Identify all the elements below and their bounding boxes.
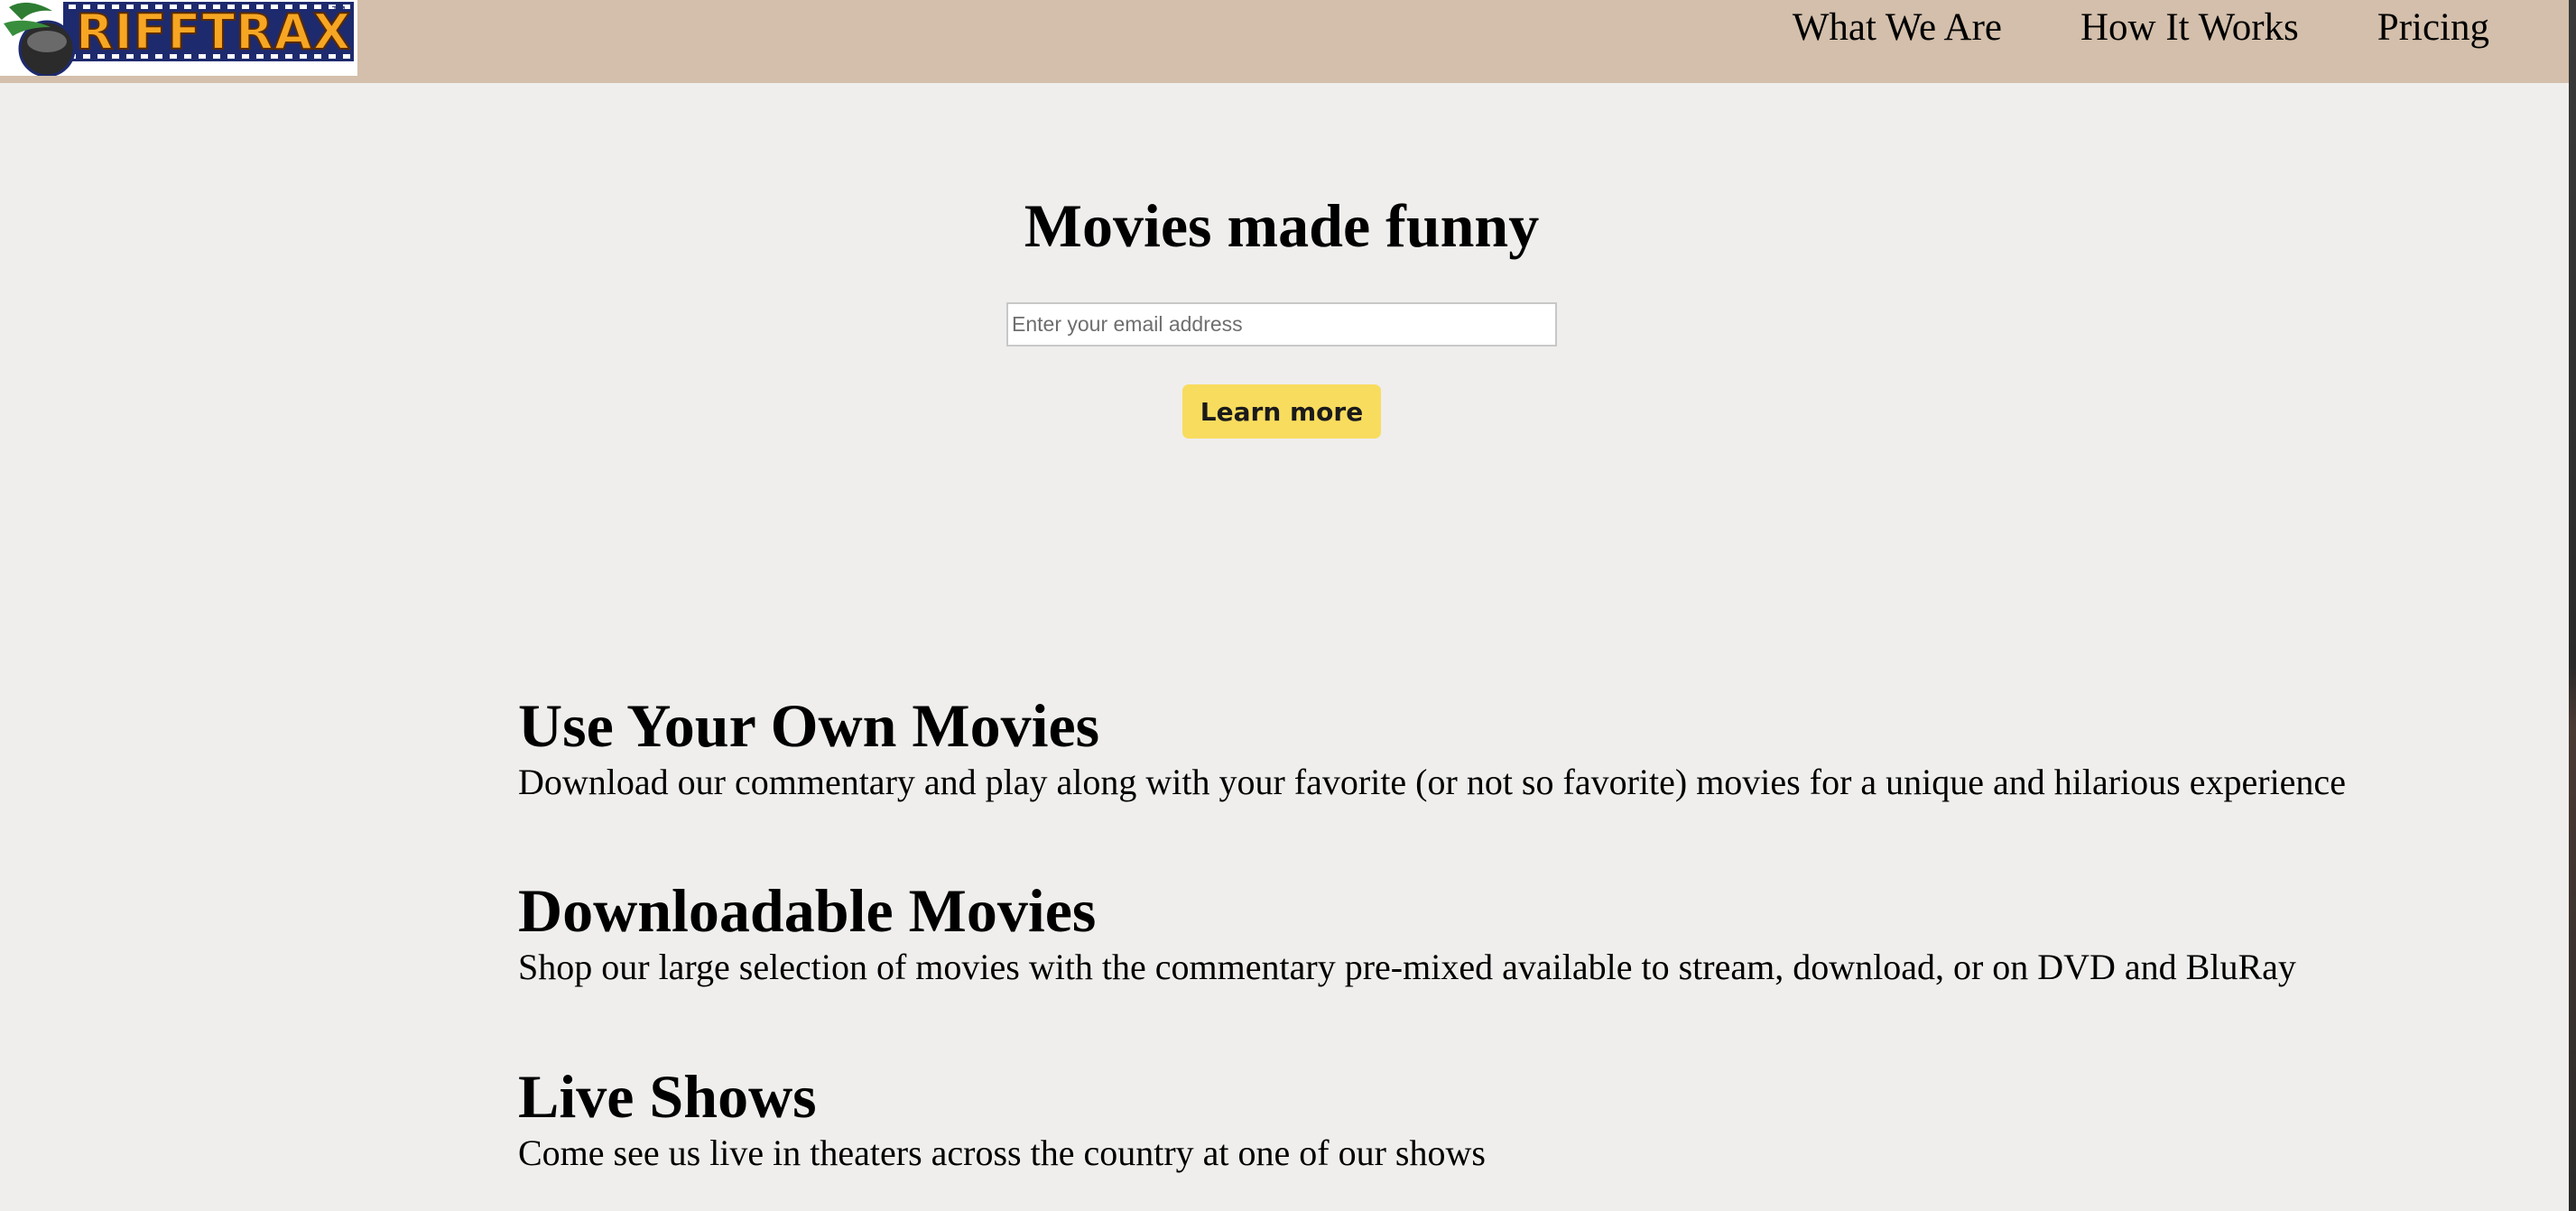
email-input[interactable] — [1006, 302, 1557, 347]
feature-description: Shop our large selection of movies with … — [518, 947, 2296, 987]
window-edge — [2569, 0, 2576, 1211]
feature-description: Download our commentary and play along w… — [518, 762, 2346, 802]
site-header: RIFFTRAX TM What We Are How It Works Pri… — [0, 0, 2569, 83]
feature-description: Come see us live in theaters across the … — [518, 1132, 1486, 1173]
rifftrax-logo[interactable]: RIFFTRAX TM — [0, 0, 357, 76]
nav-link-how-it-works[interactable]: How It Works — [2080, 5, 2299, 50]
main-nav: What We Are How It Works Pricing — [1714, 0, 2489, 54]
feature-use-your-own-movies: Use Your Own Movies Download our comment… — [518, 691, 2504, 805]
nav-link-what-we-are[interactable]: What We Are — [1793, 5, 2002, 50]
nav-link-pricing[interactable]: Pricing — [2377, 5, 2489, 50]
learn-more-button[interactable]: Learn more — [1182, 384, 1381, 439]
feature-title: Live Shows — [518, 1062, 817, 1131]
feature-live-shows: Live Shows Come see us live in theaters … — [518, 1062, 2504, 1176]
feature-downloadable-movies: Downloadable Movies Shop our large selec… — [518, 876, 2504, 990]
svg-text:RIFFTRAX: RIFFTRAX — [76, 4, 351, 60]
feature-title: Downloadable Movies — [518, 876, 1097, 945]
hero-title: Movies made funny — [1024, 191, 1540, 260]
feature-title: Use Your Own Movies — [518, 691, 1100, 760]
svg-text:TM: TM — [331, 5, 346, 15]
